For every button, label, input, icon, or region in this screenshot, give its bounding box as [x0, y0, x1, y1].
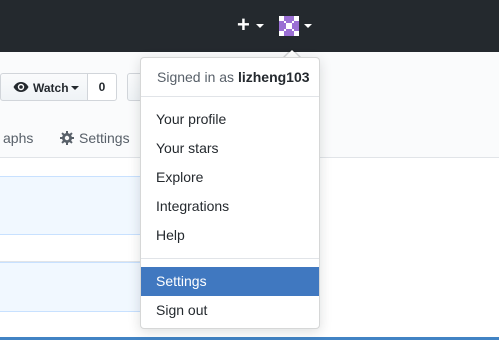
- user-dropdown-menu: Signed in as lizheng103 Your profile You…: [140, 57, 320, 329]
- signed-in-prefix: Signed in as: [157, 69, 238, 85]
- menu-item-help[interactable]: Help: [141, 221, 319, 250]
- tab-settings-label: Settings: [79, 130, 130, 146]
- menu-item-settings[interactable]: Settings: [141, 267, 319, 296]
- watch-label: Watch: [33, 81, 69, 95]
- menu-item-your-profile[interactable]: Your profile: [141, 105, 319, 134]
- watch-count[interactable]: 0: [87, 73, 117, 101]
- divider: [141, 258, 319, 259]
- menu-item-sign-out[interactable]: Sign out: [141, 296, 319, 325]
- menu-item-integrations[interactable]: Integrations: [141, 192, 319, 221]
- plus-icon[interactable]: +: [237, 12, 250, 38]
- top-header: +: [0, 0, 499, 52]
- watch-button[interactable]: Watch: [0, 73, 88, 101]
- avatar-dropdown-caret-icon[interactable]: [304, 24, 312, 28]
- watch-caret-icon: [71, 86, 79, 90]
- gear-icon: [60, 131, 74, 145]
- eye-icon: [13, 82, 29, 92]
- new-dropdown-caret-icon[interactable]: [256, 24, 264, 28]
- menu-item-your-stars[interactable]: Your stars: [141, 134, 319, 163]
- username: lizheng103: [237, 69, 310, 85]
- avatar[interactable]: [279, 16, 299, 36]
- signed-in-header: Signed in as lizheng103: [157, 69, 310, 85]
- menu-item-explore[interactable]: Explore: [141, 163, 319, 192]
- tab-graphs[interactable]: aphs: [3, 130, 33, 146]
- divider: [141, 96, 319, 97]
